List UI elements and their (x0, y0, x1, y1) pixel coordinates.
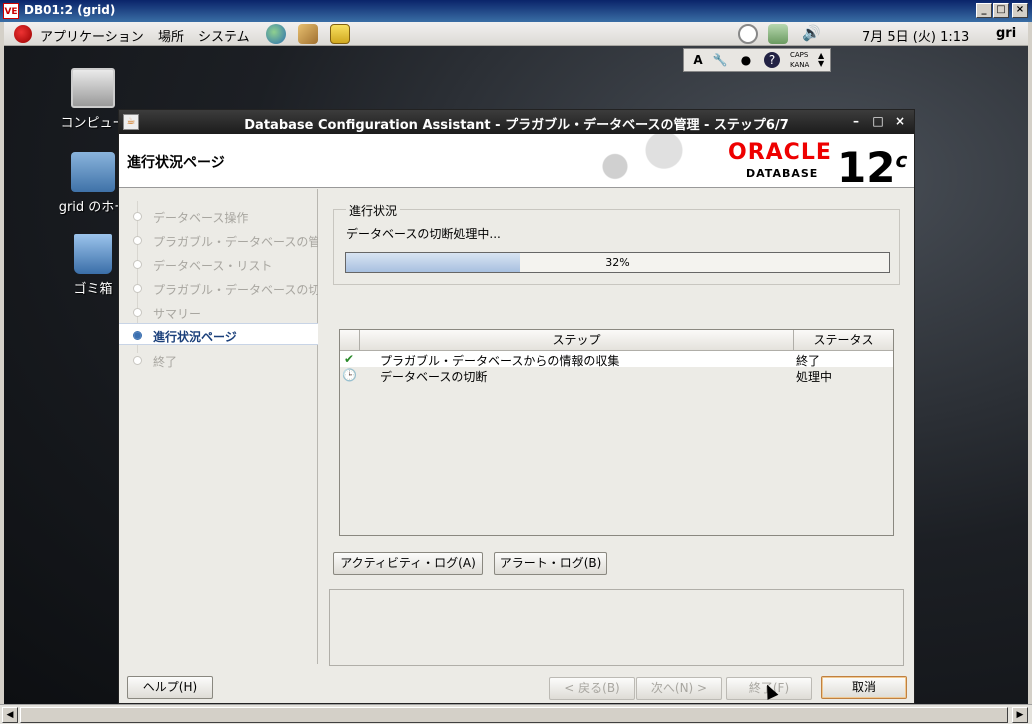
volume-icon[interactable]: 🔊 (802, 24, 821, 42)
oracle-logo: ORACLE (728, 140, 832, 165)
database-label: DATABASE (746, 167, 819, 180)
desktop-icon-label: grid のホー (58, 200, 128, 215)
version-number: 12 (837, 143, 896, 192)
mail-icon[interactable] (298, 24, 318, 44)
panel-clock[interactable]: 7月 5日 (火) 1:13 (862, 26, 969, 45)
dbca-titlebar[interactable]: ☕ Database Configuration Assistant - プラガ… (119, 110, 914, 134)
maximize-button[interactable]: □ (993, 3, 1009, 18)
nav-item-unplug-pdb[interactable]: プラガブル・データベースの切 (119, 277, 318, 299)
nav-item-database-list[interactable]: データベース・リスト (119, 253, 318, 275)
step-dot-icon (133, 212, 142, 221)
version-logo: 12c (837, 136, 907, 192)
dictionary-icon[interactable]: ● (736, 51, 756, 69)
back-button[interactable]: < 戻る(B) (549, 677, 635, 700)
vnc-right-border (1028, 22, 1032, 704)
help-icon[interactable]: ? (764, 52, 780, 68)
nav-item-label: プラガブル・データベースの切 (153, 283, 318, 297)
progress-group-legend: 進行状況 (346, 202, 401, 219)
desktop-icon-label: ゴミ箱 (73, 282, 113, 297)
table-cell-step: データベースの切断 (380, 370, 488, 384)
step-dot-icon (133, 308, 142, 317)
gears-graphic (559, 134, 699, 188)
nav-item-finish[interactable]: 終了 (119, 349, 318, 371)
step-dot-icon (133, 284, 142, 293)
vnc-horizontal-scrollbar[interactable]: ◀ ▶ (0, 704, 1032, 724)
next-button[interactable]: 次へ(N) > (636, 677, 722, 700)
nav-item-progress-page[interactable]: 進行状況ページ (119, 323, 318, 345)
input-method-toolbar: A 🔧 ● ? CAPS KANA ▲ ▼ (683, 48, 831, 72)
nav-item-label: データベース操作 (153, 211, 249, 225)
home-folder-icon (71, 152, 115, 192)
activity-log-button[interactable]: アクティビティ・ログ(A) (333, 552, 483, 575)
dbca-close-button[interactable]: × (893, 114, 907, 128)
progress-percent: 32% (605, 256, 630, 269)
menu-system[interactable]: システム (198, 26, 250, 45)
panel-user[interactable]: gri (996, 26, 1016, 41)
table-header-step[interactable]: ステップ (360, 330, 794, 351)
caps-kana-indicator: CAPS KANA (790, 50, 809, 70)
dbca-minimize-button[interactable]: – (849, 114, 863, 128)
desktop-icon-label: コンピュー (60, 116, 126, 131)
wrench-icon[interactable]: 🔧 (710, 51, 730, 69)
caps-label: CAPS (790, 51, 809, 59)
notes-icon[interactable] (330, 24, 350, 44)
table-cell-status: 処理中 (796, 370, 833, 384)
step-dot-icon (133, 236, 142, 245)
input-mode-icon[interactable]: A (688, 51, 708, 69)
detail-panel (329, 589, 904, 666)
version-suffix: c (895, 148, 908, 172)
nav-item-label: 終了 (153, 355, 178, 369)
steps-table: ステップ ステータス ✔ プラガブル・データベースからの情報の収集 終了 🕒 デ… (339, 329, 894, 536)
table-row[interactable]: 🕒 データベースの切断 処理中 (340, 367, 893, 384)
ime-arrows-icon[interactable]: ▲ ▼ (818, 52, 824, 68)
table-header-icon[interactable] (340, 330, 360, 351)
dbca-window-title: Database Configuration Assistant - プラガブル… (244, 118, 789, 133)
menu-places[interactable]: 場所 (158, 26, 184, 45)
network-icon[interactable] (768, 24, 788, 44)
dbca-banner: 進行状況ページ ORACLE DATABASE 12c (119, 134, 914, 192)
vnc-app-icon: VE (3, 3, 19, 19)
progress-bar: 32% (345, 252, 890, 273)
table-row[interactable]: ✔ プラガブル・データベースからの情報の収集 終了 (340, 351, 893, 368)
redhat-icon[interactable] (14, 25, 32, 43)
scroll-right-icon[interactable]: ▶ (1012, 707, 1028, 723)
vnc-window-title: DB01:2 (grid) (24, 3, 116, 17)
minimize-button[interactable]: _ (976, 3, 992, 18)
table-header-status[interactable]: ステータス (794, 330, 893, 351)
menu-applications[interactable]: アプリケーション (40, 26, 144, 45)
page-title: 進行状況ページ (127, 155, 225, 171)
help-button[interactable]: ヘルプ(H) (127, 676, 213, 699)
nav-item-label: サマリー (153, 307, 202, 321)
nav-item-label: 進行状況ページ (153, 330, 237, 344)
dbca-dialog: ☕ Database Configuration Assistant - プラガ… (118, 109, 915, 704)
alert-log-button[interactable]: アラート・ログ(B) (494, 552, 607, 575)
nav-item-label: データベース・リスト (153, 259, 273, 273)
step-navigation: データベース操作 プラガブル・データベースの管 データベース・リスト プラガブル… (119, 189, 318, 664)
nav-item-database-operation[interactable]: データベース操作 (119, 205, 318, 227)
nav-item-summary[interactable]: サマリー (119, 301, 318, 323)
update-icon[interactable] (738, 24, 758, 44)
web-browser-icon[interactable] (266, 24, 286, 44)
clock-icon: 🕒 (342, 368, 357, 382)
nav-item-manage-pdb[interactable]: プラガブル・データベースの管 (119, 229, 318, 251)
scrollbar-thumb[interactable] (20, 707, 1008, 723)
kana-label: KANA (790, 61, 810, 69)
step-dot-icon (133, 260, 142, 269)
close-button[interactable]: × (1012, 3, 1028, 18)
progress-message: データベースの切断処理中... (346, 227, 501, 241)
computer-icon (71, 68, 115, 108)
gnome-top-panel: アプリケーション 場所 システム 🔊 7月 5日 (火) 1:13 gri (4, 22, 1028, 46)
dbca-maximize-button[interactable]: □ (871, 114, 885, 128)
vnc-titlebar[interactable]: VE DB01:2 (grid) _ □ × (0, 0, 1032, 22)
cancel-button[interactable]: 取消 (821, 676, 907, 699)
progress-group: 進行状況 データベースの切断処理中... 32% (333, 202, 900, 285)
scroll-left-icon[interactable]: ◀ (2, 707, 18, 723)
nav-item-label: プラガブル・データベースの管 (153, 235, 318, 249)
trash-icon (74, 234, 112, 274)
step-dot-icon (133, 356, 142, 365)
check-icon: ✔ (343, 352, 355, 366)
step-dot-icon (133, 331, 142, 340)
